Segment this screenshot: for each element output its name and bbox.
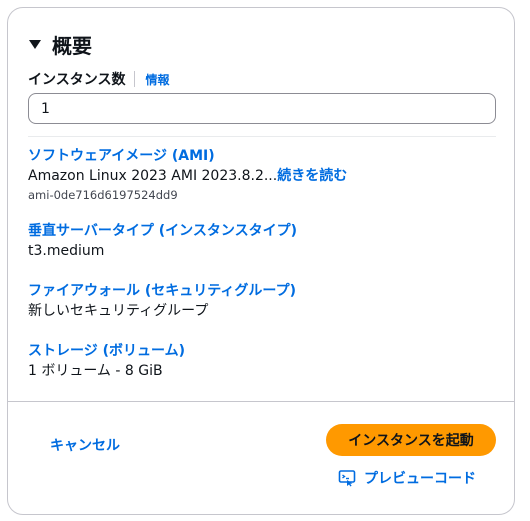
instance-count-input[interactable] [28,93,496,124]
instance-type-title-link[interactable]: 垂直サーバータイプ (インスタンスタイプ) [28,222,297,240]
storage-title-link[interactable]: ストレージ (ボリューム) [28,342,185,360]
summary-title: 概要 [52,33,92,58]
ami-section: ソフトウェアイメージ (AMI) Amazon Linux 2023 AMI 2… [28,147,347,203]
preview-code-link[interactable]: プレビューコード [338,468,476,488]
firewall-value: 新しいセキュリティグループ [28,303,209,319]
footer-divider [8,401,514,402]
ami-id: ami-0de716d6197524dd9 [28,188,178,202]
code-preview-icon [338,470,356,487]
ami-title-link[interactable]: ソフトウェアイメージ (AMI) [28,147,347,165]
launch-instance-button[interactable]: インスタンスを起動 [326,424,496,456]
info-link[interactable]: 情報 [145,71,169,88]
instance-type-section: 垂直サーバータイプ (インスタンスタイプ) t3.medium [28,222,297,261]
summary-panel: 概要 インスタンス数 情報 ソフトウェアイメージ (AMI) Amazon Li… [7,7,515,515]
preview-code-label: プレビューコード [364,471,476,487]
ami-name: Amazon Linux 2023 AMI 2023.8.2... [28,168,278,184]
firewall-title-link[interactable]: ファイアウォール (セキュリティグループ) [28,282,296,300]
label-separator [134,71,136,87]
caret-down-icon [29,40,41,49]
read-more-link[interactable]: 続きを読む [277,168,347,184]
firewall-section: ファイアウォール (セキュリティグループ) 新しいセキュリティグループ [28,282,296,321]
instance-count-label-row: インスタンス数 情報 [28,70,169,88]
storage-value: 1 ボリューム - 8 GiB [28,363,163,379]
instance-count-label: インスタンス数 [28,72,126,88]
ami-value: Amazon Linux 2023 AMI 2023.8.2...続きを読む [28,166,347,186]
divider [28,136,496,137]
cancel-button[interactable]: キャンセル [50,432,120,458]
instance-type-value: t3.medium [28,243,105,259]
summary-header[interactable]: 概要 [28,30,92,58]
storage-section: ストレージ (ボリューム) 1 ボリューム - 8 GiB [28,342,185,381]
